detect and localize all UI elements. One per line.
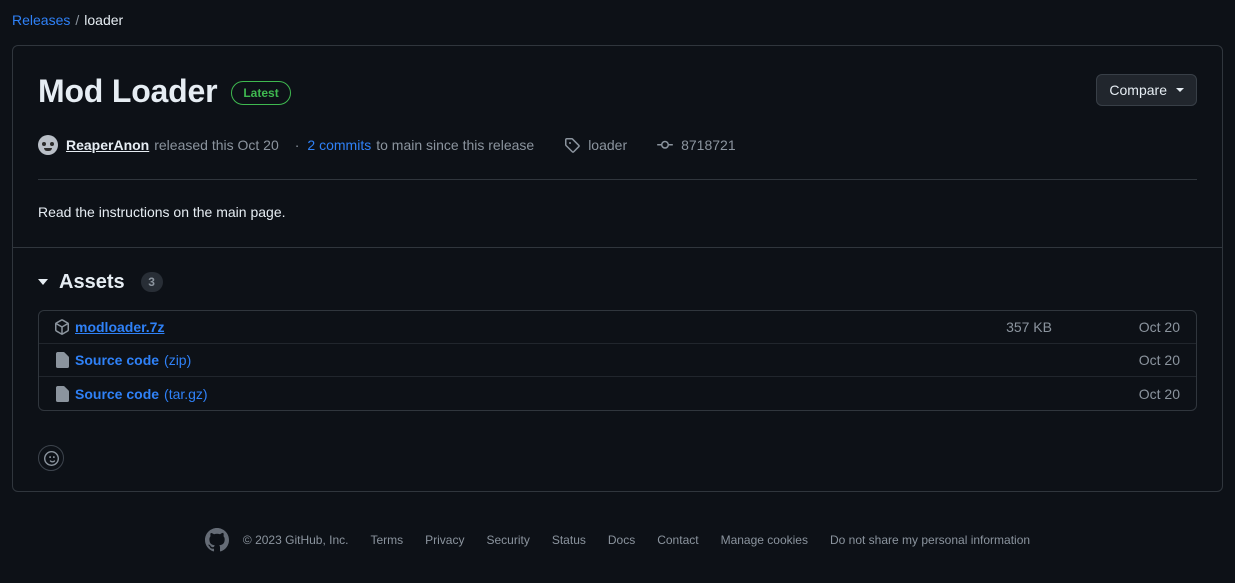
footer-link-manage-cookies[interactable]: Manage cookies — [721, 533, 808, 547]
triangle-down-icon — [38, 279, 48, 285]
table-row[interactable]: Source code (zip) Oct 20 — [39, 344, 1196, 377]
footer-link-terms[interactable]: Terms — [370, 533, 403, 547]
tag-icon — [565, 138, 580, 153]
asset-suffix: (zip) — [164, 352, 192, 368]
asset-name-cell: modloader.7z — [54, 319, 970, 335]
chevron-down-icon — [1176, 88, 1184, 92]
commits-link[interactable]: 2 commits — [307, 135, 371, 155]
release-body: Read the instructions on the main page. — [38, 204, 286, 220]
assets-header: Assets 3 — [38, 270, 1197, 294]
footer-link-privacy[interactable]: Privacy — [425, 533, 464, 547]
page-title: Mod Loader — [38, 73, 218, 109]
released-text: released this Oct 20 — [154, 137, 279, 153]
reactions-area — [13, 431, 1222, 491]
smiley-icon — [43, 450, 59, 466]
assets-toggle[interactable]: Assets — [38, 270, 125, 294]
assets-list: modloader.7z 357 KB Oct 20 Source code (… — [38, 310, 1197, 411]
asset-suffix: (tar.gz) — [164, 385, 208, 402]
breadcrumb-current: loader — [84, 12, 124, 28]
release-card: Mod Loader Latest Compare ReaperAnon rel… — [12, 45, 1223, 492]
copyright-text: © 2023 GitHub, Inc. — [242, 533, 349, 547]
footer-link-security[interactable]: Security — [486, 533, 529, 547]
footer-link-do-not-share[interactable]: Do not share my personal information — [830, 533, 1030, 547]
status-badge: Latest — [231, 81, 291, 105]
meta-separator: · — [294, 137, 300, 153]
breadcrumb-releases-link[interactable]: Releases — [12, 12, 70, 28]
add-reaction-button[interactable] — [38, 445, 64, 471]
file-zip-icon — [54, 385, 70, 402]
release-meta-row: ReaperAnon released this Oct 20 · 2 comm… — [38, 135, 1197, 155]
compare-button-label: Compare — [1109, 82, 1167, 98]
release-header-area: Mod Loader Latest Compare ReaperAnon rel… — [13, 46, 1222, 247]
commits-suffix-text: to main since this release — [376, 137, 535, 153]
table-row[interactable]: modloader.7z 357 KB Oct 20 — [39, 311, 1196, 344]
asset-date: Oct 20 — [1138, 352, 1180, 368]
compare-button[interactable]: Compare — [1096, 74, 1197, 106]
footer-link-status[interactable]: Status — [552, 533, 586, 547]
breadcrumb: Releases / loader — [0, 0, 1235, 32]
footer-link-contact[interactable]: Contact — [657, 533, 698, 547]
avatar[interactable] — [38, 135, 58, 155]
asset-link[interactable]: Source code — [75, 386, 159, 402]
release-title-row: Mod Loader Latest Compare — [38, 46, 1197, 111]
author-link[interactable]: ReaperAnon — [66, 135, 149, 155]
assets-count-badge: 3 — [140, 272, 163, 292]
release-commit[interactable]: 8718721 — [657, 135, 736, 155]
package-icon — [54, 319, 70, 335]
asset-date: Oct 20 — [1138, 385, 1180, 402]
file-zip-icon — [54, 352, 70, 368]
git-commit-icon — [657, 140, 674, 149]
breadcrumb-separator: / — [75, 12, 80, 28]
release-title-group: Mod Loader Latest — [38, 71, 291, 111]
page-footer: © 2023 GitHub, Inc. Terms Privacy Securi… — [0, 528, 1235, 552]
github-logo-icon — [204, 528, 229, 552]
table-row[interactable]: Source code (tar.gz) Oct 20 — [39, 377, 1196, 410]
tag-label: loader — [588, 137, 628, 153]
asset-date: Oct 20 — [1138, 319, 1180, 335]
release-tag[interactable]: loader — [564, 135, 627, 155]
assets-title: Assets — [59, 271, 125, 293]
asset-size: 357 KB — [1006, 319, 1052, 335]
asset-name-cell: Source code (zip) — [54, 352, 970, 368]
asset-link[interactable]: Source code — [75, 352, 159, 368]
assets-section: Assets 3 modloader.7z 357 KB Oct 20 Sour… — [13, 247, 1222, 431]
asset-name-cell: Source code (tar.gz) — [54, 385, 970, 402]
commit-hash: 8718721 — [681, 137, 736, 153]
footer-link-docs[interactable]: Docs — [608, 533, 635, 547]
asset-link[interactable]: modloader.7z — [75, 319, 164, 335]
